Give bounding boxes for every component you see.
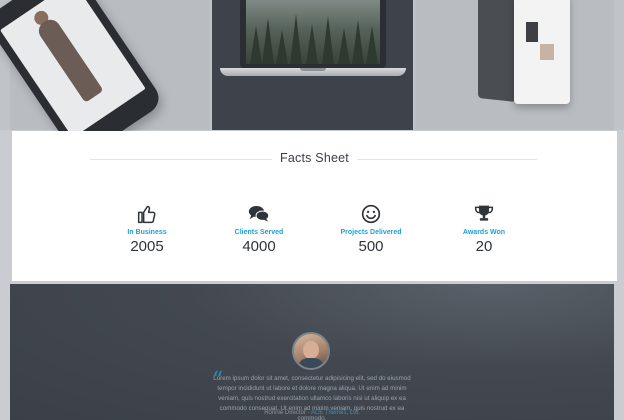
tree-shape bbox=[262, 18, 274, 64]
avatar-face bbox=[303, 341, 319, 359]
fact-label: In Business bbox=[127, 229, 167, 236]
tree-shape bbox=[322, 16, 334, 64]
fact-label: Projects Delivered bbox=[340, 229, 402, 236]
tree-shape bbox=[290, 14, 302, 64]
tree-shape bbox=[338, 28, 350, 64]
device-showcase bbox=[0, 0, 624, 161]
tablet-cover bbox=[478, 0, 516, 102]
phone-model-figure bbox=[34, 15, 104, 103]
facts-sheet-section: Facts Sheet In Business 2005 Clients Ser… bbox=[12, 131, 617, 281]
fact-item: Projects Delivered 500 bbox=[311, 203, 431, 255]
tree-shape bbox=[306, 24, 318, 64]
fact-value: 20 bbox=[475, 238, 493, 255]
testimonial-author: Ronnie Director - ACE Themes, Ltd. bbox=[206, 410, 418, 416]
laptop-screen-forest bbox=[246, 0, 380, 64]
fact-label: Awards Won bbox=[462, 229, 506, 236]
fact-value: 4000 bbox=[242, 238, 276, 255]
tree-shape bbox=[276, 30, 288, 64]
tablet-thumbnail bbox=[540, 44, 554, 60]
fact-label: Clients Served bbox=[234, 229, 284, 236]
tree-shape bbox=[366, 26, 378, 64]
thumbs-up-icon bbox=[87, 203, 207, 225]
laptop-notch bbox=[300, 68, 326, 71]
fact-value: 500 bbox=[358, 238, 384, 255]
facts-title: Facts Sheet bbox=[12, 151, 617, 165]
author-name: Ronnie Director bbox=[264, 410, 306, 416]
smiley-icon bbox=[311, 203, 431, 225]
fact-item: In Business 2005 bbox=[87, 203, 207, 255]
tree-shape bbox=[352, 20, 364, 64]
facts-title-text: Facts Sheet bbox=[272, 151, 357, 165]
tablet-thumbnail bbox=[526, 22, 538, 42]
avatar bbox=[292, 332, 330, 370]
tree-shape bbox=[250, 26, 262, 64]
author-company-link[interactable]: - ACE Themes, Ltd. bbox=[308, 410, 360, 416]
chat-bubbles-icon bbox=[199, 203, 319, 225]
fact-item: Clients Served 4000 bbox=[199, 203, 319, 255]
trophy-icon bbox=[424, 203, 544, 225]
fact-value: 2005 bbox=[130, 238, 164, 255]
fact-item: Awards Won 20 bbox=[424, 203, 544, 255]
